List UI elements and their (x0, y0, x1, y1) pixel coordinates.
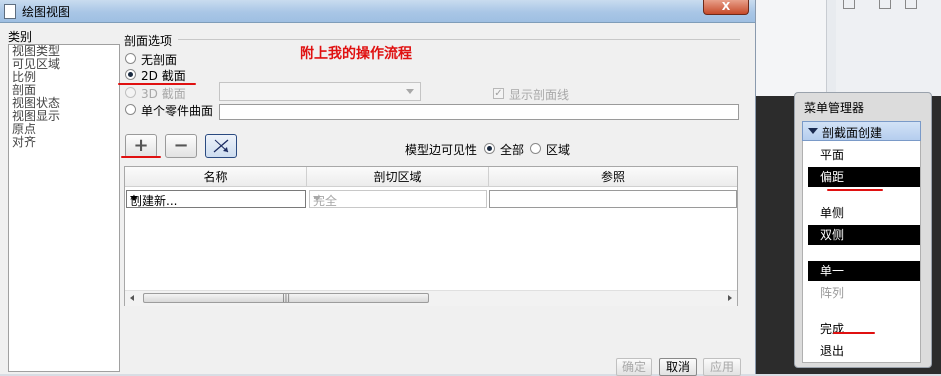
section-select[interactable] (219, 82, 421, 101)
cancel-button[interactable]: 取消 (659, 358, 697, 376)
menu-item-quit[interactable]: 退出 (808, 341, 920, 361)
reference-cell[interactable] (489, 190, 737, 208)
radio-visibility-area-label: 区域 (546, 143, 571, 157)
menu-items: 平面 偏距 单侧 双侧 单一 阵列 完成 退出 (802, 141, 921, 363)
annotation-underline-done (833, 332, 875, 334)
radio-2d-section[interactable] (125, 69, 136, 80)
column-header-name[interactable]: 名称 (125, 167, 307, 187)
toolbar-icon (879, 0, 891, 9)
flip-direction-button[interactable] (205, 134, 237, 158)
background-strip (756, 0, 827, 96)
radio-3d-section-label: 3D 截面 (141, 87, 186, 101)
toolbar-icon (843, 0, 855, 9)
categories-label: 类别 (8, 30, 33, 44)
scroll-left-icon[interactable] (130, 295, 134, 301)
scroll-right-icon[interactable] (728, 295, 732, 301)
annotation-underline-add (121, 156, 161, 158)
flip-arrow-icon (213, 139, 229, 153)
category-list[interactable]: 视图类型 可见区域 比例 剖面 视图状态 视图显示 原点 对齐 (8, 44, 120, 372)
window-title: 绘图视图 (22, 5, 71, 19)
edge-visibility-label: 模型边可见性 (405, 143, 478, 157)
annotation-text: 附上我的操作流程 (300, 46, 412, 62)
annotation-underline-offset (827, 189, 883, 191)
remove-section-button[interactable]: − (165, 134, 197, 158)
column-header-reference[interactable]: 参照 (489, 167, 737, 187)
menu-header-label: 剖截面创建 (822, 126, 883, 140)
menu-item-offset[interactable]: 偏距 (808, 167, 920, 187)
radio-3d-section[interactable] (125, 87, 136, 98)
menu-item-plane[interactable]: 平面 (808, 145, 920, 165)
radio-single-part-surface[interactable] (125, 104, 136, 115)
name-select[interactable]: 创建新... (126, 190, 306, 208)
show-section-lines-label: 显示剖面线 (509, 88, 570, 102)
category-item-alignment[interactable]: 对齐 (9, 136, 119, 149)
radio-no-section[interactable] (125, 53, 136, 64)
radio-2d-section-label: 2D 截面 (141, 69, 186, 83)
menu-item-single[interactable]: 单一 (808, 261, 920, 281)
title-bar: 绘图视图 X (0, 0, 755, 23)
region-select[interactable]: 完全 (309, 190, 487, 208)
close-button[interactable]: X (703, 0, 749, 15)
window-icon (4, 4, 16, 19)
radio-visibility-all-label: 全部 (500, 143, 525, 157)
group-divider (178, 39, 740, 40)
chevron-down-icon (130, 196, 138, 201)
menu-item-done[interactable]: 完成 (808, 319, 920, 339)
radio-visibility-all[interactable] (484, 143, 495, 154)
section-table: 名称 剖切区域 参照 创建新... 完全 ||| (124, 166, 738, 306)
menu-item-both-sides[interactable]: 双侧 (808, 225, 920, 245)
collapse-triangle-icon (808, 128, 818, 134)
menu-manager-title: 菜单管理器 (804, 101, 865, 115)
chevron-down-icon (406, 89, 414, 94)
menu-item-pattern[interactable]: 阵列 (808, 283, 920, 303)
radio-visibility-area[interactable] (530, 143, 541, 154)
toolbar-icon (905, 0, 917, 9)
scrollbar-thumb[interactable]: ||| (143, 293, 429, 303)
menu-header-section-create[interactable]: 剖截面创建 (802, 121, 921, 141)
horizontal-scrollbar[interactable]: ||| (125, 290, 737, 306)
apply-button[interactable]: 应用 (703, 358, 741, 376)
ok-button[interactable]: 确定 (616, 358, 652, 376)
column-header-region[interactable]: 剖切区域 (307, 167, 489, 187)
radio-single-part-surface-label: 单个零件曲面 (141, 104, 214, 118)
menu-manager: 菜单管理器 剖截面创建 平面 偏距 单侧 双侧 单一 阵列 完成 退出 (794, 92, 932, 368)
background-app-window (756, 0, 941, 96)
part-surface-input[interactable] (219, 104, 739, 120)
menu-item-one-side[interactable]: 单侧 (808, 203, 920, 223)
chevron-down-icon (313, 196, 321, 201)
show-section-lines-checkbox[interactable]: ✓ (493, 88, 504, 99)
drawing-view-dialog: 绘图视图 X 类别 视图类型 可见区域 比例 剖面 视图状态 视图显示 原点 对… (0, 0, 756, 376)
section-options-legend: 剖面选项 (124, 34, 173, 48)
radio-no-section-label: 无剖面 (141, 53, 178, 67)
add-section-button[interactable]: + (125, 134, 157, 158)
background-toolbar (836, 0, 941, 96)
